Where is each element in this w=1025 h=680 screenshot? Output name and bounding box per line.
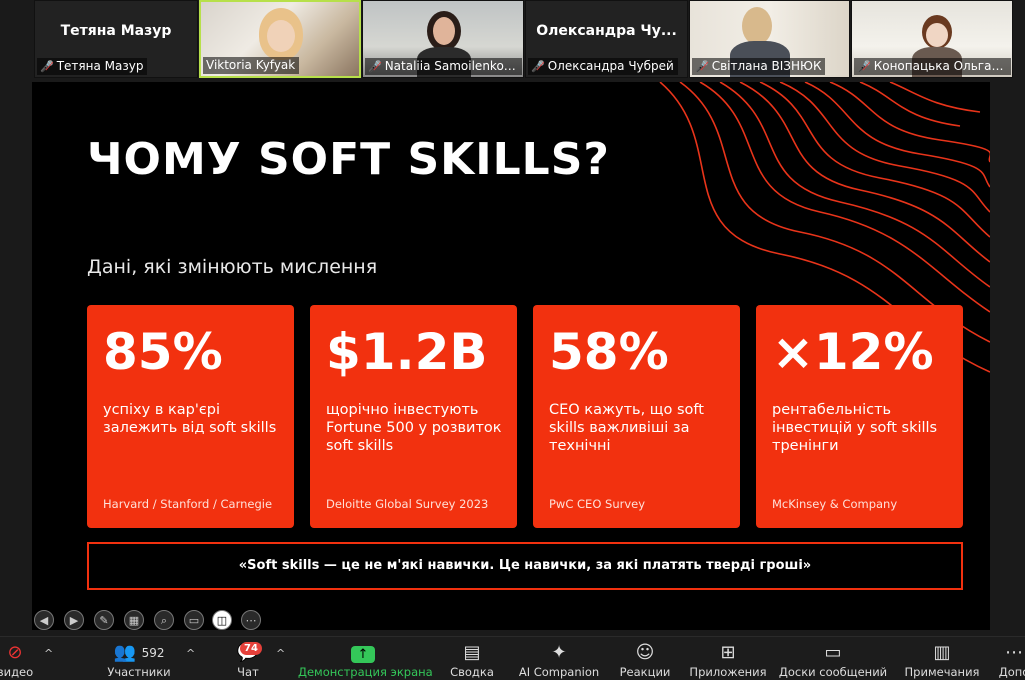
whiteboard-icon: ▭ (824, 642, 842, 663)
reactions-label: Реакции (619, 665, 671, 679)
apps-label: Приложения (689, 665, 767, 679)
slide-quote: «Soft skills — це не м'які навички. Це н… (87, 542, 963, 590)
stat-source: PwC CEO Survey (549, 497, 646, 511)
stat-value: ×12% (772, 323, 934, 381)
summary-icon: ▤ (463, 642, 481, 663)
subtitles-icon[interactable]: ▭ (184, 610, 204, 630)
participant-label: 🎤̸ Nataliia Samoilenko ... (365, 58, 522, 75)
slide-subtitle: Дані, які змінюють мислення (87, 256, 378, 278)
participant-strip: Тетяна Мазур 🎤̸ Тетяна Мазур Viktoria Kyf… (0, 0, 1025, 80)
participant-tile-active[interactable]: Viktoria Kyfyak (199, 0, 361, 78)
video-button[interactable]: ⊘ видео (0, 641, 40, 679)
notes-button[interactable]: ▥ Примечания (900, 641, 984, 679)
slides-grid-icon[interactable]: ▦ (124, 610, 144, 630)
stat-card: ×12% рентабельність інвестицій у soft sk… (756, 305, 963, 528)
emoji-icon: ☺ (635, 642, 655, 663)
apps-icon: ⊞ (720, 642, 736, 663)
participant-name: Тетяна Мазур (56, 59, 144, 73)
stat-value: $1.2B (326, 323, 488, 381)
participant-name: Конопацька Ольга Г... (873, 59, 1011, 73)
stat-source: Deloitte Global Survey 2023 (326, 497, 489, 511)
stat-description: CEO кажуть, що soft skills важливіші за … (549, 402, 704, 454)
summary-button[interactable]: ▤ Сводка (446, 641, 498, 679)
participant-name-display: Олександра Чу... (536, 23, 677, 39)
more-label: Допо (998, 665, 1025, 679)
participant-name-display: Тетяна Мазур (60, 23, 172, 39)
mic-muted-icon: 🎤̸ (368, 60, 382, 73)
video-options-chevron-icon[interactable]: ^ (44, 647, 53, 660)
people-icon: 👥 592 (113, 642, 165, 663)
participant-label: 🎤̸ Олександра Чубрей (528, 58, 678, 75)
stat-value: 58% (549, 323, 669, 381)
chat-button[interactable]: 💬 74 Чат (226, 641, 270, 679)
apps-button[interactable]: ⊞ Приложения (688, 641, 768, 679)
reactions-button[interactable]: ☺ Реакции (616, 641, 674, 679)
chat-chevron-icon[interactable]: ^ (276, 647, 285, 660)
chat-unread-badge: 74 (240, 642, 262, 655)
previous-slide-button[interactable]: ◀ (34, 610, 54, 630)
share-screen-icon: ↑ (351, 646, 375, 663)
participant-tile[interactable]: Олександра Чу... 🎤̸ Олександра Чубрей (525, 0, 688, 78)
participant-label: Viktoria Kyfyak (203, 57, 300, 74)
video-label: видео (0, 665, 34, 679)
stat-source: Harvard / Stanford / Carnegie (103, 497, 273, 511)
stat-card: 85% успіху в кар'єрі залежить від soft s… (87, 305, 294, 528)
stat-description: рентабельність інвестицій у soft skills … (772, 402, 938, 454)
more-button[interactable]: ⋯ Допо (994, 641, 1025, 679)
stat-source: McKinsey & Company (772, 497, 898, 511)
slide-title: ЧОМУ SOFT SKILLS? (87, 134, 610, 185)
more-options-icon[interactable]: ⋯ (241, 610, 261, 630)
ai-companion-button[interactable]: ✦ AI Companion (516, 641, 602, 679)
participant-name: Nataliia Samoilenko ... (384, 59, 520, 73)
participant-label: 🎤̸ Тетяна Мазур (37, 58, 148, 75)
participants-button[interactable]: 👥 592 Участники (104, 641, 174, 679)
participant-label: 🎤̸ Конопацька Ольга Г... (854, 58, 1011, 75)
participants-chevron-icon[interactable]: ^ (186, 647, 195, 660)
participant-tile[interactable]: 🎤̸ Конопацька Ольга Г... (851, 0, 1013, 78)
mic-muted-icon: 🎤̸ (857, 60, 871, 73)
participants-count: 592 (141, 646, 165, 660)
participant-tile[interactable]: 🎤̸ Nataliia Samoilenko ... (362, 0, 524, 78)
participant-tile[interactable]: 🎤̸ Світлана ВІЗНЮК (689, 0, 850, 78)
video-off-icon: ⊘ (7, 642, 23, 663)
shared-screen-slide: ЧОМУ SOFT SKILLS? Дані, які змінюють мис… (32, 82, 990, 630)
mic-muted-icon: 🎤̸ (40, 60, 54, 73)
sparkle-icon: ✦ (551, 642, 567, 663)
participants-label: Участники (107, 665, 171, 679)
more-icon: ⋯ (1005, 642, 1023, 663)
stat-card: 58% CEO кажуть, що soft skills важливіші… (533, 305, 740, 528)
participant-name: Viktoria Kyfyak (206, 58, 296, 72)
zoom-icon[interactable]: ⌕ (154, 610, 174, 630)
boards-button[interactable]: ▭ Доски сообщений (778, 641, 888, 679)
participant-label: 🎤̸ Світлана ВІЗНЮК (692, 58, 826, 75)
notes-label: Примечания (904, 665, 980, 679)
participant-tile[interactable]: Тетяна Мазур 🎤̸ Тетяна Мазур (34, 0, 198, 78)
next-slide-button[interactable]: ▶ (64, 610, 84, 630)
camera-icon[interactable]: ◫ (212, 610, 232, 630)
meeting-toolbar: ⊘ видео ^ 👥 592 Участники ^ 💬 74 Чат ^ ↑… (0, 636, 1025, 680)
stat-value: 85% (103, 323, 223, 381)
stat-description: щорічно інвестують Fortune 500 у розвито… (326, 402, 502, 454)
ai-companion-label: AI Companion (518, 665, 600, 679)
notes-icon: ▥ (933, 642, 951, 663)
boards-label: Доски сообщений (778, 665, 888, 679)
share-screen-button[interactable]: ↑ Демонстрация экрана (298, 641, 433, 679)
share-screen-label: Демонстрация экрана (298, 665, 433, 679)
mic-muted-icon: 🎤̸ (531, 60, 545, 73)
stat-card: $1.2B щорічно інвестують Fortune 500 у р… (310, 305, 517, 528)
pen-icon[interactable]: ✎ (94, 610, 114, 630)
chat-label: Чат (237, 665, 259, 679)
mic-muted-icon: 🎤̸ (695, 60, 709, 73)
participant-name: Олександра Чубрей (547, 59, 674, 73)
participant-name: Світлана ВІЗНЮК (711, 59, 822, 73)
stat-description: успіху в кар'єрі залежить від soft skill… (103, 402, 277, 436)
summary-label: Сводка (450, 665, 494, 679)
